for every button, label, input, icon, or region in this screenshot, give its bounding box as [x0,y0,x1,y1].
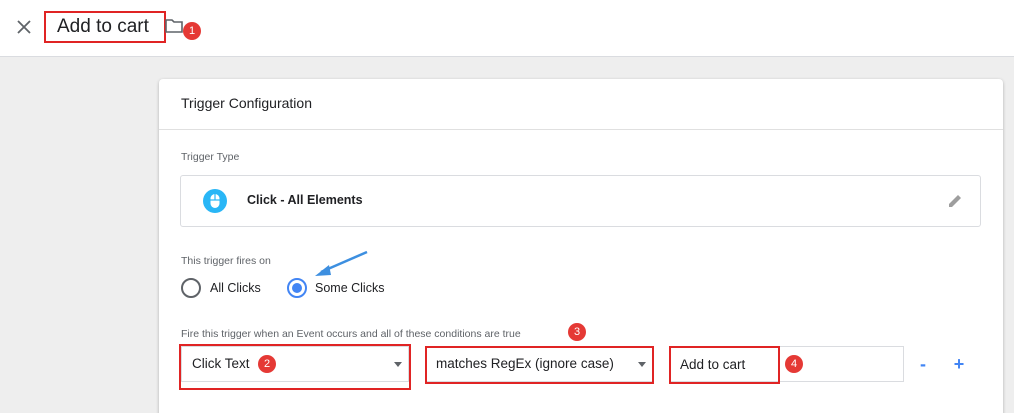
radio-label-all-clicks: All Clicks [210,281,261,295]
fires-on-label: This trigger fires on [181,255,271,267]
pencil-icon[interactable] [946,192,964,210]
trigger-type-selector[interactable]: Click - All Elements [180,175,981,227]
annotation-badge-1: 1 [183,22,201,40]
card-title: Trigger Configuration [181,95,312,111]
trigger-configuration-card: Trigger Configuration Trigger Type Click… [159,79,1003,413]
trigger-name-title[interactable]: Add to cart [44,11,166,43]
divider [159,129,1003,130]
variable-select[interactable]: Click Text [181,346,409,382]
radio-label-some-clicks: Some Clicks [315,281,385,295]
chevron-down-icon [638,362,646,367]
chevron-down-icon [394,362,402,367]
trigger-type-name: Click - All Elements [247,193,363,207]
operator-select[interactable]: matches RegEx (ignore case) [425,346,653,382]
folder-icon[interactable] [165,18,183,34]
conditions-label: Fire this trigger when an Event occurs a… [181,328,521,340]
remove-condition-button[interactable]: - [915,354,931,375]
header-bar: Add to cart 1 [0,0,1014,57]
radio-all-clicks[interactable] [181,278,201,298]
radio-some-clicks[interactable] [287,278,307,298]
annotation-badge-2: 2 [258,355,276,373]
close-icon[interactable] [13,16,35,38]
operator-select-value: matches RegEx (ignore case) [436,356,614,371]
add-condition-button[interactable]: + [951,354,967,375]
annotation-badge-3: 3 [568,323,586,341]
annotation-badge-4: 4 [785,355,803,373]
mouse-icon [203,189,227,213]
variable-select-value: Click Text [192,356,250,371]
trigger-type-label: Trigger Type [181,151,240,163]
annotation-arrow [315,250,368,276]
